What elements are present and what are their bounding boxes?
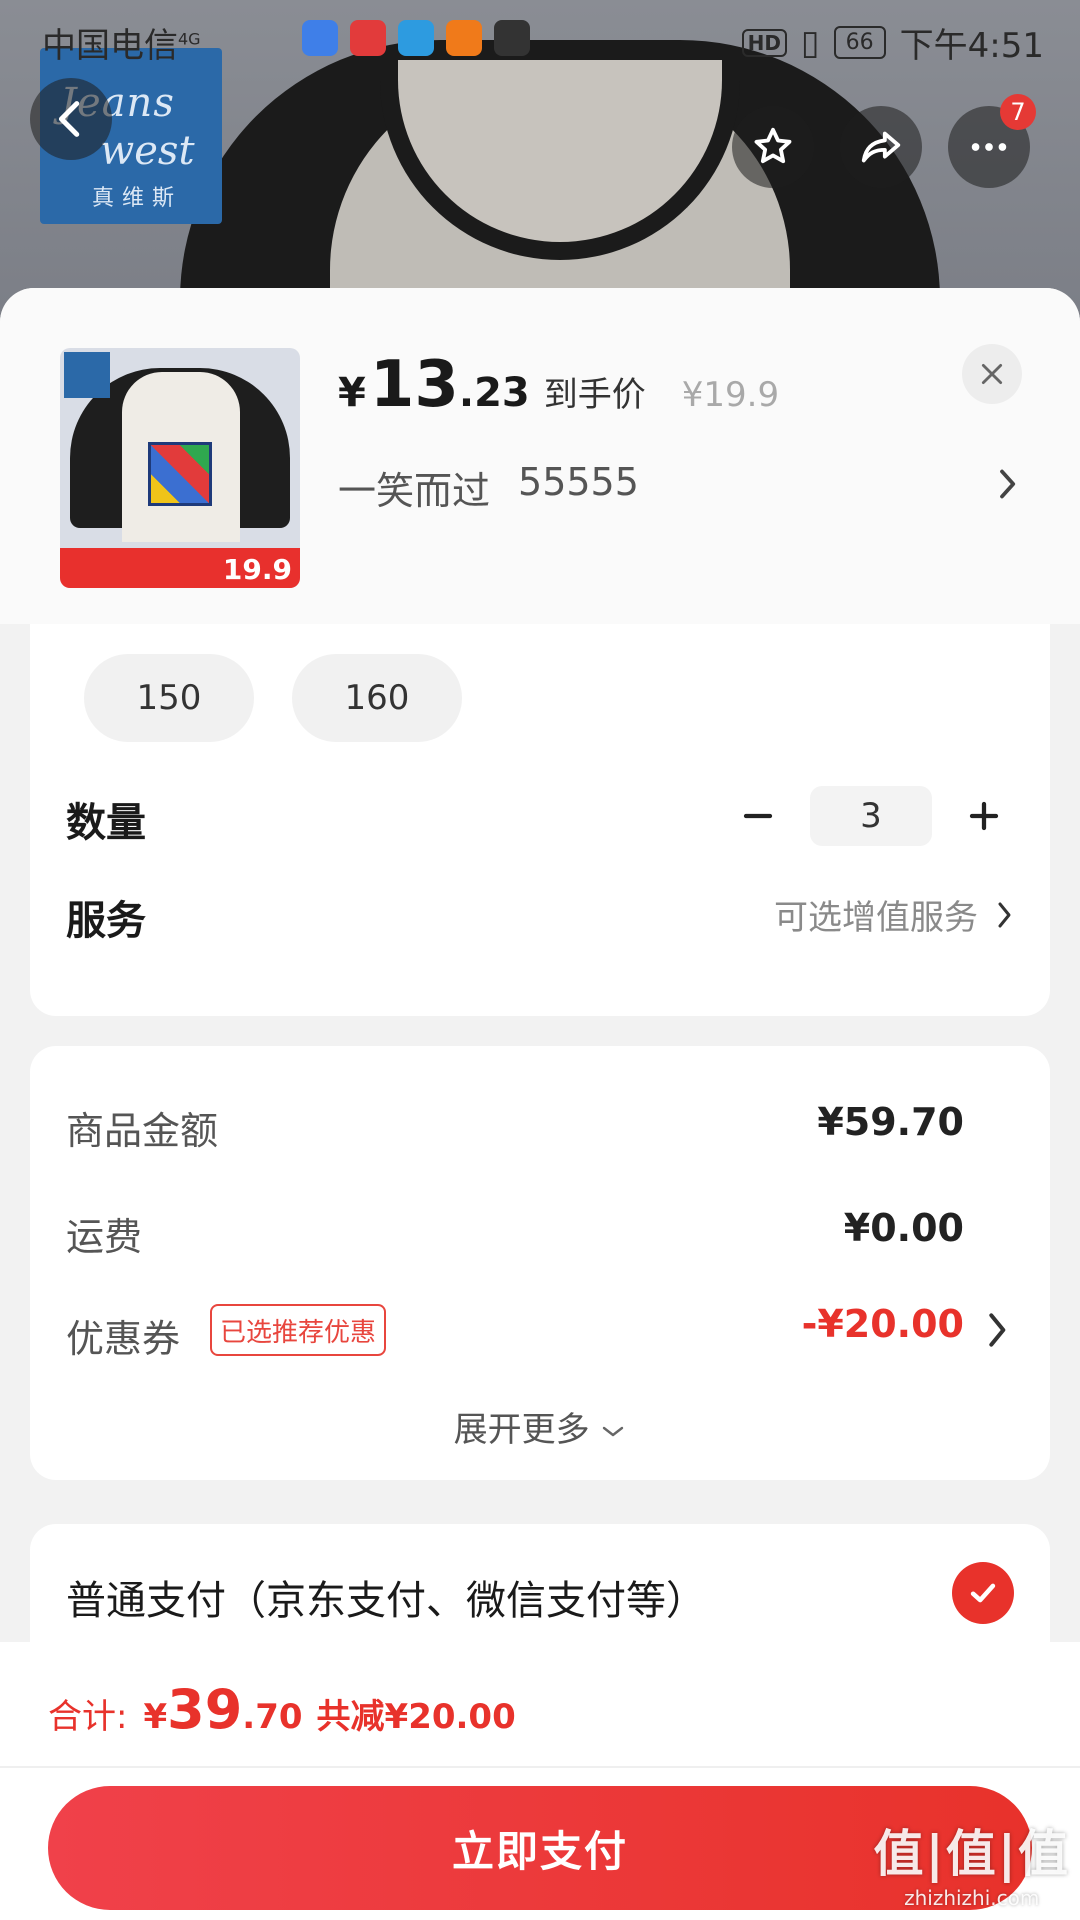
star-icon [754, 127, 792, 164]
carrier-name: 中国电信 [42, 26, 178, 66]
back-icon [58, 101, 80, 137]
shipping-label: 运费 [66, 1215, 143, 1259]
total-currency: ¥ [143, 1697, 168, 1737]
price-decimal: .23 [458, 370, 530, 416]
purchase-sheet: 19.9 ¥ 13 .23 到手价 ¥19.9 一笑而过 55555 150 1… [0, 288, 1080, 1920]
total-integer: 39 [167, 1678, 243, 1741]
quantity-label: 数量 [66, 800, 146, 846]
decrease-button[interactable] [728, 786, 788, 846]
network-type: 4G [178, 29, 201, 49]
coupon-value[interactable]: -¥20.00 [802, 1302, 964, 1346]
price-row: ¥ 13 .23 到手价 ¥19.9 [338, 348, 779, 422]
total-row: 合计: ¥ 39 .70 共减¥20.00 [48, 1678, 516, 1741]
expand-more-label: 展开更多 [453, 1410, 590, 1450]
options-card: 150 160 数量 3 服务 可选增值服务 [30, 624, 1050, 1016]
more-badge: 7 [1000, 94, 1036, 130]
product-thumbnail[interactable]: 19.9 [60, 348, 300, 588]
price-integer: 13 [369, 348, 459, 422]
quantity-input[interactable]: 3 [810, 786, 932, 846]
status-right: HD ▯ 66 下午4:51 [741, 18, 1044, 67]
brand-logo-cn: 真维斯 [92, 186, 183, 211]
site-watermark: 值|值|值 zhizhizhi.com [873, 1814, 1070, 1910]
music-app-icon [302, 20, 338, 56]
selected-spec[interactable]: 一笑而过 55555 [338, 460, 639, 515]
price-summary-card: 商品金额 ¥59.70 运费 ¥0.00 优惠券 已选推荐优惠 -¥20.00 … [30, 1046, 1050, 1480]
battery-level: 66 [833, 26, 886, 59]
goods-amount-label: 商品金额 [66, 1109, 219, 1153]
original-price: ¥19.9 [681, 375, 780, 415]
status-bar: 中国电信4G HD ▯ 66 下午4:51 [0, 0, 1080, 76]
huawei-app-icon [494, 20, 530, 56]
video-app-icon [446, 20, 482, 56]
notification-icons [302, 20, 530, 56]
brand-logo-line2: west [100, 128, 195, 174]
favorite-button[interactable] [732, 106, 814, 188]
hd-indicator: HD [741, 28, 787, 57]
thumb-brand-logo [64, 352, 110, 398]
carrier-label: 中国电信4G [42, 18, 201, 67]
chevron-down-icon [603, 1426, 624, 1437]
vibrate-icon: ▯ [800, 22, 820, 63]
chevron-right-icon[interactable] [986, 1310, 1010, 1350]
quantity-stepper: 3 [728, 786, 1014, 846]
service-label: 服务 [66, 898, 146, 944]
expand-more-button[interactable]: 展开更多 [30, 1402, 1050, 1451]
watermark-sub: zhizhizhi.com [904, 1886, 1040, 1910]
price-currency: ¥ [338, 370, 366, 416]
divider [0, 1766, 1080, 1768]
price-tag: 到手价 [543, 375, 646, 415]
check-icon [970, 1583, 996, 1603]
more-button[interactable]: 7 [948, 94, 1036, 188]
size-option-160[interactable]: 160 [292, 654, 462, 742]
service-selector[interactable]: 可选增值服务 [774, 890, 1014, 939]
minus-icon [743, 813, 773, 819]
coupon-tag: 已选推荐优惠 [210, 1304, 387, 1356]
thumb-promo-bar: 19.9 [60, 548, 300, 588]
shipping-value: ¥0.00 [843, 1206, 964, 1250]
payment-method-label: 普通支付（京东支付、微信支付等） [66, 1578, 706, 1624]
total-saved: 共减¥20.00 [316, 1697, 516, 1737]
close-button[interactable] [962, 344, 1022, 404]
payment-selected[interactable] [952, 1562, 1014, 1624]
clock: 下午4:51 [899, 26, 1044, 66]
plus-icon [969, 801, 999, 831]
size-option-150[interactable]: 150 [84, 654, 254, 742]
service-value: 可选增值服务 [774, 898, 978, 938]
share-button[interactable] [840, 106, 922, 188]
selected-size: 55555 [518, 460, 639, 504]
share-icon [861, 131, 901, 163]
shopping-app-icon [350, 20, 386, 56]
increase-button[interactable] [954, 786, 1014, 846]
selected-style: 一笑而过 [338, 469, 491, 513]
coupon-label: 优惠券 [66, 1317, 181, 1361]
total-decimal: .70 [242, 1697, 303, 1737]
goods-amount-value: ¥59.70 [817, 1100, 964, 1144]
browser-app-icon [398, 20, 434, 56]
rubiks-cube-graphic [148, 442, 212, 506]
watermark-main: 值|值|值 [873, 1825, 1070, 1883]
total-label: 合计: [48, 1697, 128, 1737]
product-summary: 19.9 ¥ 13 .23 到手价 ¥19.9 一笑而过 55555 [0, 288, 1080, 624]
chevron-right-icon[interactable] [992, 464, 1022, 504]
thumb-price: 19.9 [222, 553, 292, 586]
more-icon [971, 143, 1007, 151]
back-button[interactable] [30, 78, 112, 160]
chevron-right-icon [998, 902, 1011, 927]
close-icon [981, 363, 1003, 385]
